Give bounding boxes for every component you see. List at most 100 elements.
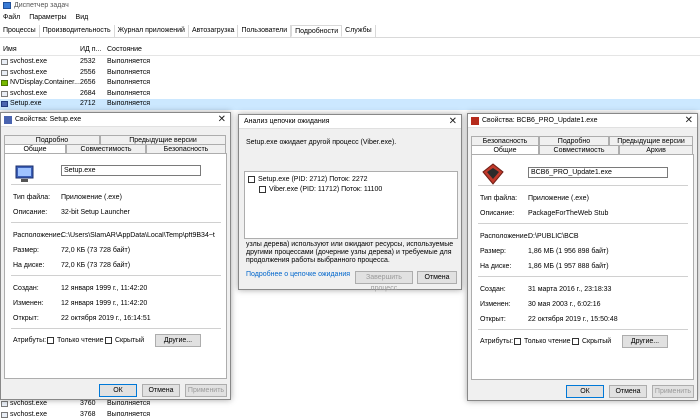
chain-item-setup: Setup.exe (PID: 2712) Поток: 2272 (258, 176, 368, 183)
close-icon[interactable]: ✕ (449, 116, 457, 127)
divider (478, 329, 688, 330)
cancel-button[interactable]: Отмена (142, 384, 180, 397)
process-state: Выполняется (107, 90, 150, 97)
tab-processes[interactable]: Процессы (0, 25, 40, 37)
process-name: svchost.exe (10, 58, 47, 65)
ok-button[interactable]: ОК (566, 385, 604, 398)
table-row[interactable]: svchost.exe 2556 Выполняется (0, 68, 700, 79)
tab-app-history[interactable]: Журнал приложений (115, 25, 189, 37)
modified-label: Изменен: (480, 301, 511, 308)
dialog-title: Анализ цепочки ожидания (244, 118, 329, 125)
process-checkbox[interactable] (259, 186, 266, 193)
tab-performance[interactable]: Производительность (40, 25, 115, 37)
column-name[interactable]: Имя (3, 46, 17, 53)
desc-value: PackageForTheWeb Stub (528, 210, 608, 217)
opened-label: Открыт: (13, 315, 39, 322)
hidden-checkbox[interactable] (572, 338, 579, 345)
process-state: Выполняется (107, 79, 150, 86)
table-row[interactable]: svchost.exe 2532 Выполняется (0, 57, 700, 68)
tab-details[interactable]: Подробности (291, 25, 342, 37)
menu-options[interactable]: Параметры (29, 12, 66, 24)
wait-chain-tree[interactable]: Setup.exe (PID: 2712) Поток: 2272 Viber.… (244, 171, 458, 239)
application-icon (482, 163, 504, 185)
attributes-label: Атрибуты: (13, 337, 46, 344)
apply-button[interactable]: Применить (185, 384, 227, 397)
apply-button[interactable]: Применить (652, 385, 694, 398)
column-state[interactable]: Состояние (107, 46, 142, 53)
process-icon (1, 59, 8, 65)
readonly-label: Только чтение (57, 337, 104, 344)
modified-value: 12 января 1999 г., 11:42:20 (61, 300, 147, 307)
tab-services[interactable]: Службы (342, 25, 376, 37)
task-manager-icon (3, 2, 11, 9)
process-pid: 3768 (80, 411, 96, 418)
process-state: Выполняется (107, 411, 150, 418)
process-name: NVDisplay.Container... (10, 79, 80, 86)
process-icon (1, 401, 8, 407)
readonly-label: Только чтение (524, 338, 571, 345)
setup-properties-titlebar: Свойства: Setup.exe ✕ (1, 113, 230, 127)
type-value: Приложение (.exe) (61, 194, 122, 201)
wait-chain-dialog: Анализ цепочки ожидания ✕ Setup.exe ожид… (238, 114, 462, 290)
modified-label: Изменен: (13, 300, 44, 307)
other-attributes-button[interactable]: Другие... (155, 334, 201, 347)
hidden-checkbox[interactable] (105, 337, 112, 344)
setup-icon (1, 101, 8, 107)
process-pid: 2656 (80, 79, 96, 86)
opened-value: 22 октября 2019 г., 16:14:51 (61, 315, 151, 322)
desc-label: Описание: (13, 209, 47, 216)
cancel-button[interactable]: Отмена (417, 271, 457, 284)
process-checkbox[interactable] (248, 176, 255, 183)
bcb-properties-titlebar: Свойства: BCB6_PRO_Update1.exe ✕ (468, 114, 697, 128)
readonly-checkbox[interactable] (514, 338, 521, 345)
table-row-selected[interactable]: Setup.exe 2712 Выполняется (0, 99, 700, 110)
type-label: Тип файла: (13, 194, 50, 201)
process-table: svchost.exe 2532 Выполняется svchost.exe… (0, 57, 700, 110)
end-process-button[interactable]: Завершить процесс (355, 271, 413, 284)
table-row[interactable]: svchost.exe 3768 Выполняется (0, 410, 700, 420)
divider (11, 275, 221, 276)
process-state: Выполняется (107, 69, 150, 76)
column-pid[interactable]: ИД п... (80, 46, 101, 53)
bcb-properties-dialog: Свойства: BCB6_PRO_Update1.exe ✕ Безопас… (467, 113, 698, 401)
readonly-checkbox[interactable] (47, 337, 54, 344)
divider (11, 222, 221, 223)
file-name-field[interactable]: Setup.exe (61, 165, 201, 176)
table-row[interactable]: NVDisplay.Container... 2656 Выполняется (0, 78, 700, 89)
disk-label: На диске: (480, 263, 511, 270)
task-manager-tabs: Процессы Производительность Журнал прило… (0, 25, 700, 38)
tab-users[interactable]: Пользователи (238, 25, 291, 37)
tab-startup[interactable]: Автозагрузка (189, 25, 238, 37)
process-state: Выполняется (107, 100, 150, 107)
location-value: C:\Users\SlamAR\AppData\Local\Temp\pft9B… (61, 232, 221, 239)
location-label: Расположение: (480, 233, 530, 240)
size-label: Размер: (480, 248, 506, 255)
close-icon[interactable]: ✕ (685, 115, 693, 126)
file-name-field[interactable]: BCB6_PRO_Update1.exe (528, 167, 668, 178)
cancel-button[interactable]: Отмена (609, 385, 647, 398)
location-label: Расположение: (13, 232, 63, 239)
type-label: Тип файла: (480, 195, 517, 202)
hidden-label: Скрытый (582, 338, 611, 345)
close-icon[interactable]: ✕ (218, 114, 226, 125)
wait-message: Setup.exe ожидает другой процесс (Viber.… (246, 139, 456, 147)
divider (478, 185, 688, 186)
opened-value: 22 октября 2019 г., 15:50:48 (528, 316, 618, 323)
divider (11, 184, 221, 185)
menu-file[interactable]: Файл (3, 12, 20, 24)
disk-label: На диске: (13, 262, 44, 269)
other-attributes-button[interactable]: Другие... (622, 335, 668, 348)
ok-button[interactable]: ОК (99, 384, 137, 397)
process-icon (1, 91, 8, 97)
table-row[interactable]: svchost.exe 2684 Выполняется (0, 89, 700, 100)
general-panel: Setup.exe Тип файла: Приложение (.exe) О… (4, 153, 227, 379)
created-label: Создан: (13, 285, 39, 292)
help-link[interactable]: Подробнее о цепочке ожидания (246, 271, 350, 279)
process-pid: 2684 (80, 90, 96, 97)
nvidia-icon (1, 80, 8, 86)
process-icon (1, 70, 8, 76)
created-value: 12 января 1999 г., 11:42:20 (61, 285, 147, 292)
process-pid: 2712 (80, 100, 96, 107)
dialog-title: Свойства: Setup.exe (15, 116, 81, 123)
menu-view[interactable]: Вид (76, 12, 89, 24)
